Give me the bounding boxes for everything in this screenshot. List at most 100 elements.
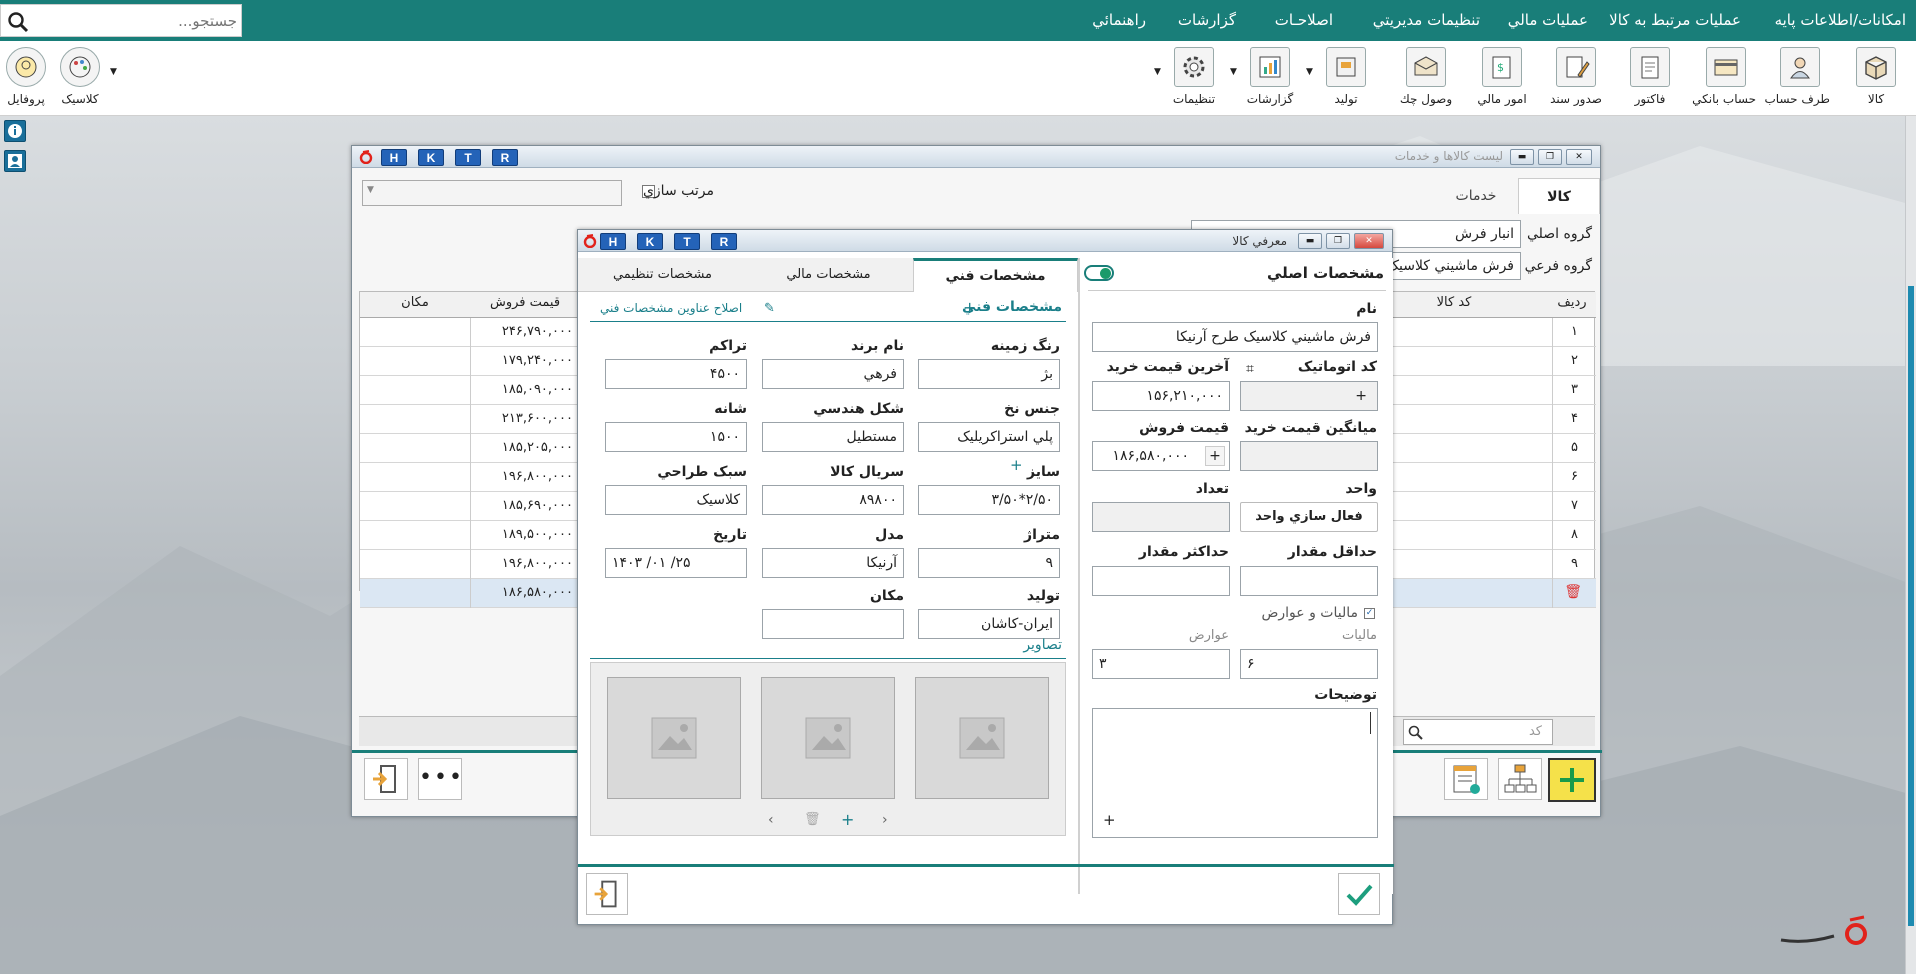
- chevron-down-icon[interactable]: ▼: [1154, 67, 1161, 77]
- plus-icon[interactable]: +: [1355, 382, 1367, 410]
- description-textarea[interactable]: +: [1092, 708, 1378, 838]
- tree-view-button[interactable]: [1498, 758, 1542, 800]
- toolbar-profile-button[interactable]: پروفايل: [0, 45, 56, 113]
- count-field[interactable]: [1092, 502, 1230, 532]
- toolbar-cheque-button[interactable]: وصول چك: [1396, 45, 1456, 113]
- duty-field[interactable]: ۳: [1092, 649, 1230, 679]
- code-search-field[interactable]: کد: [1403, 719, 1553, 745]
- hotkey-r-button[interactable]: R: [711, 233, 737, 250]
- hotkey-h-button[interactable]: H: [600, 233, 626, 250]
- name-field[interactable]: فرش ماشيني کلاسيک طرح آرنيکا: [1092, 322, 1378, 352]
- delete-image-icon[interactable]: 🗑: [804, 812, 821, 827]
- toolbar-goods-button[interactable]: کالا: [1846, 45, 1906, 113]
- maximize-icon[interactable]: ❐: [1326, 233, 1350, 249]
- toolbar-invoice-button[interactable]: فاکتور: [1620, 45, 1680, 113]
- menu-basic-info[interactable]: امکانات/اطلاعات پايه: [1775, 0, 1906, 41]
- last-buy-price-field[interactable]: ۱۵۶,۲۱۰,۰۰۰: [1092, 381, 1230, 411]
- tax-field[interactable]: ۶: [1240, 649, 1378, 679]
- menu-help[interactable]: راهنمائي: [1092, 0, 1146, 41]
- activate-unit-button[interactable]: فعال سازي واحد: [1240, 502, 1378, 532]
- toolbar-reports-button[interactable]: گزارشات ▼: [1230, 45, 1300, 113]
- exit-button[interactable]: [364, 758, 408, 800]
- hotkey-t-button[interactable]: T: [455, 149, 481, 166]
- sort-dropdown[interactable]: ▼: [362, 180, 622, 206]
- tech-field[interactable]: مستطيل: [762, 422, 904, 452]
- hotkey-k-button[interactable]: K: [418, 149, 444, 166]
- maximize-icon[interactable]: ❐: [1538, 149, 1562, 165]
- chevron-down-icon[interactable]: ▼: [110, 67, 117, 77]
- tab-settings-spec[interactable]: مشخصات تنظيمي: [580, 260, 745, 292]
- edit-tech-titles-link[interactable]: اصلاح عناوين مشخصات فني: [600, 301, 742, 315]
- add-area-icon[interactable]: +: [1010, 456, 1023, 474]
- confirm-button[interactable]: [1338, 873, 1380, 915]
- export-list-button[interactable]: [1444, 758, 1488, 800]
- search-icon[interactable]: [7, 11, 29, 33]
- image-slot-3[interactable]: [607, 677, 741, 799]
- search-input[interactable]: [39, 8, 237, 33]
- toolbar-party-button[interactable]: طرف حساب: [1764, 45, 1830, 113]
- toolbar-production-button[interactable]: توليد ▼: [1306, 45, 1376, 113]
- tech-field[interactable]: کلاسيک: [605, 485, 747, 515]
- hotkey-t-button[interactable]: T: [674, 233, 700, 250]
- add-image-icon[interactable]: +: [841, 810, 854, 829]
- tech-field[interactable]: آرنيکا: [762, 548, 904, 578]
- minimize-icon[interactable]: ▬: [1510, 149, 1534, 165]
- chevron-down-icon[interactable]: ▼: [1306, 67, 1313, 77]
- hotkey-h-button[interactable]: H: [381, 149, 407, 166]
- tech-field[interactable]: ۸۹۸۰۰: [762, 485, 904, 515]
- tax-checkbox[interactable]: ✓: [1364, 608, 1375, 619]
- add-tech-spec-icon[interactable]: +: [963, 298, 976, 317]
- main-scrollbar[interactable]: [1905, 116, 1916, 974]
- sell-price-field[interactable]: ۱۸۶,۵۸۰,۰۰۰ +: [1092, 441, 1230, 471]
- tech-field[interactable]: ۴۵۰۰: [605, 359, 747, 389]
- avg-buy-price-field[interactable]: [1240, 441, 1378, 471]
- plus-icon[interactable]: +: [1205, 446, 1225, 466]
- tab-financial[interactable]: مشخصات مالي: [746, 260, 911, 292]
- image-slot-2[interactable]: [761, 677, 895, 799]
- pencil-icon[interactable]: ✎: [764, 301, 775, 316]
- auto-code-field[interactable]: +: [1240, 381, 1378, 411]
- next-image-icon[interactable]: ›: [882, 812, 888, 828]
- tech-field[interactable]: پلي استراکريلیک: [918, 422, 1060, 452]
- tech-field[interactable]: ۱۵۰۰: [605, 422, 747, 452]
- tab-technical[interactable]: مشخصات فني: [913, 258, 1078, 292]
- plus-icon[interactable]: +: [1103, 811, 1116, 829]
- tech-field[interactable]: ۲/۵۰*۳/۵۰: [918, 485, 1060, 515]
- toolbar-settings-button[interactable]: تنظيمات ▼: [1154, 45, 1224, 113]
- more-options-button[interactable]: •••: [418, 758, 462, 800]
- info-icon[interactable]: [4, 120, 26, 142]
- tech-field[interactable]: فرهي: [762, 359, 904, 389]
- tech-field[interactable]: [762, 609, 904, 639]
- close-icon[interactable]: ✕: [1566, 149, 1592, 165]
- menu-goods-ops[interactable]: عمليات مرتبط به کالا: [1609, 0, 1741, 41]
- close-icon[interactable]: ✕: [1354, 233, 1384, 249]
- tech-field[interactable]: ۹: [918, 548, 1060, 578]
- add-goods-button[interactable]: [1548, 758, 1596, 802]
- menu-reports[interactable]: گزارشات: [1178, 0, 1236, 41]
- menu-admin-settings[interactable]: تنظيمات مديريتي: [1373, 0, 1480, 41]
- tab-services[interactable]: خدمات: [1436, 178, 1516, 214]
- user-card-icon[interactable]: [4, 150, 26, 172]
- barcode-scan-icon[interactable]: ⌗: [1246, 361, 1254, 377]
- min-qty-field[interactable]: [1240, 566, 1378, 596]
- tab-goods[interactable]: کالا: [1518, 178, 1600, 214]
- toolbar-bank-button[interactable]: حساب بانکي: [1692, 45, 1756, 113]
- toolbar-theme-button[interactable]: کلاسيک ▼: [50, 45, 117, 113]
- minimize-icon[interactable]: ▬: [1298, 233, 1322, 249]
- toolbar-voucher-button[interactable]: صدور سند: [1546, 45, 1606, 113]
- image-slot-1[interactable]: [915, 677, 1049, 799]
- dialog-exit-button[interactable]: [586, 873, 628, 915]
- hotkey-r-button[interactable]: R: [492, 149, 518, 166]
- chevron-down-icon[interactable]: ▼: [1230, 67, 1237, 77]
- tech-field[interactable]: ايران-کاشان: [918, 609, 1060, 639]
- hotkey-k-button[interactable]: K: [637, 233, 663, 250]
- main-specs-toggle[interactable]: [1084, 265, 1114, 281]
- prev-image-icon[interactable]: ‹: [768, 812, 774, 828]
- toolbar-finance-button[interactable]: $ امور مالي: [1472, 45, 1532, 113]
- tech-field[interactable]: بژ: [918, 359, 1060, 389]
- menu-corrections[interactable]: اصلاحـات: [1275, 0, 1333, 41]
- tech-field[interactable]: ۱۴۰۳ /۰۱ /۲۵: [605, 548, 747, 578]
- menu-financial-ops[interactable]: عمليات مالي: [1508, 0, 1588, 41]
- max-qty-field[interactable]: [1092, 566, 1230, 596]
- trash-icon[interactable]: 🗑: [1564, 584, 1582, 600]
